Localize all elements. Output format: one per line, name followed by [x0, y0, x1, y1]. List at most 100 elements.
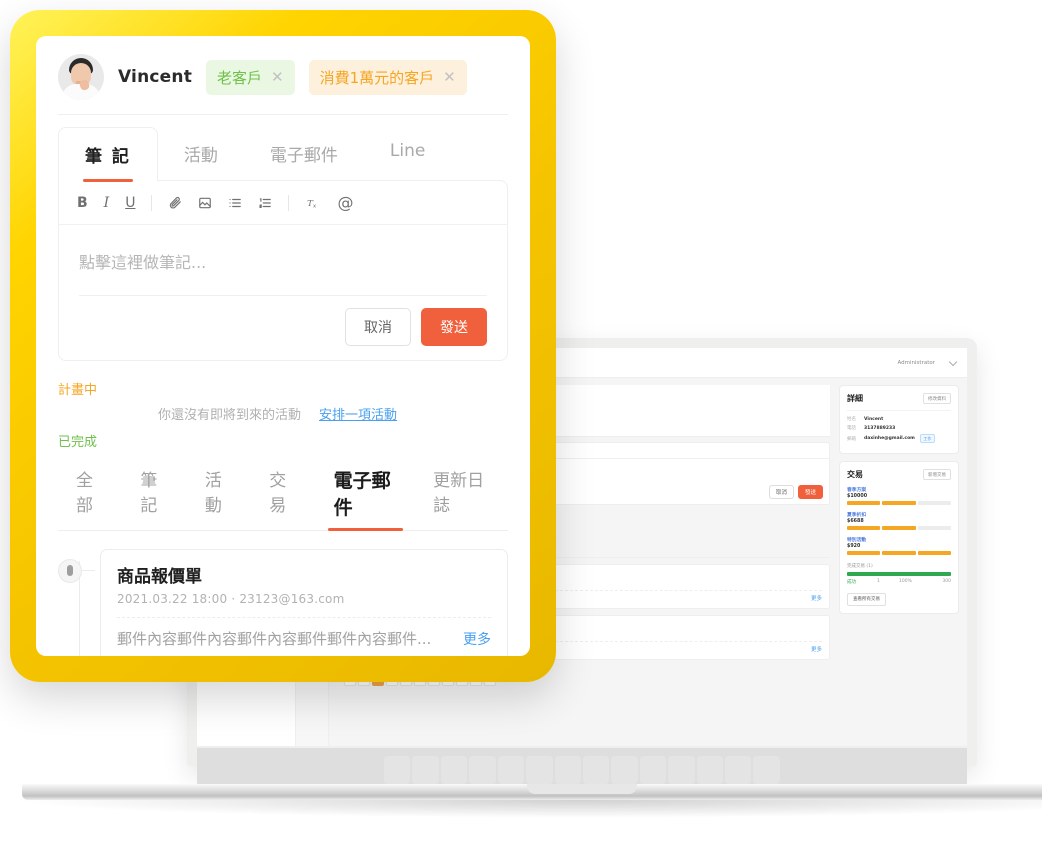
deal-success-bar	[847, 572, 951, 576]
deal-amount: $920	[847, 543, 861, 549]
note-input[interactable]: 點擊這裡做筆記...	[59, 225, 507, 295]
toolbar-divider	[151, 194, 153, 211]
summary-rate: 100%	[899, 579, 912, 584]
filter-tab-changelog[interactable]: 更新日誌	[415, 456, 508, 530]
timeline-clock-icon	[58, 559, 95, 583]
tab-notes[interactable]: 筆 記	[58, 127, 158, 182]
field-value: Vincent	[864, 416, 884, 422]
field-label: 姓名	[847, 417, 856, 422]
image-icon[interactable]	[198, 196, 212, 210]
summary-value: 300	[942, 579, 951, 584]
filter-tab-deals[interactable]: 交易	[251, 456, 315, 530]
detail-field-phone: 電話 3137889233	[847, 425, 951, 432]
deal-name: 春季方案	[847, 488, 867, 493]
field-label: 電話	[847, 426, 856, 431]
deal-item[interactable]: 夏季折扣 $6688	[847, 511, 951, 530]
field-value: 3137889233	[864, 425, 896, 431]
send-button[interactable]: 發送	[797, 485, 823, 499]
send-button[interactable]: 發送	[421, 308, 487, 346]
field-badge: 工作	[919, 434, 935, 443]
edit-profile-button[interactable]: 修改資料	[923, 393, 951, 404]
mail-meta: 2021.03.22 18:00 · 23123@163.com	[117, 592, 345, 606]
detail-fields: 姓名 Vincent 電話 3137889233 郵箱 daxinhe@gmai…	[847, 410, 951, 443]
tab-line[interactable]: Line	[364, 127, 451, 180]
field-label: 郵箱	[847, 436, 856, 442]
filter-tabs: 全部 筆記 活動 交易 電子郵件 更新日誌	[58, 456, 508, 531]
detail-field-email: 郵箱 daxinhe@gmail.com 工作	[847, 434, 951, 443]
filter-tab-activity[interactable]: 活動	[187, 456, 251, 530]
field-value: daxinhe@gmail.com	[864, 436, 915, 441]
underline-icon[interactable]: U	[125, 195, 135, 211]
chevron-down-icon	[948, 357, 958, 366]
laptop-right-column: 詳細 修改資料 姓名 Vincent 電話 3137889233 郵箱 daxi…	[839, 378, 967, 746]
laptop-notch	[527, 784, 637, 794]
empty-activity-row: 你還沒有即將到來的活動 安排一項活動	[58, 404, 508, 423]
mail-more-link[interactable]: 更多	[811, 594, 822, 603]
note-editor: B I U Tx @ 點擊這裡做筆記... 取消 發送	[58, 180, 508, 361]
italic-icon[interactable]: I	[104, 195, 110, 211]
attachment-icon[interactable]	[168, 196, 182, 210]
close-icon[interactable]: ✕	[443, 69, 456, 85]
deal-item[interactable]: 春季方案 $10000	[847, 486, 951, 505]
tag-label: 老客戶	[217, 68, 263, 87]
editor-actions: 取消 發送	[59, 296, 507, 360]
detail-field-name: 姓名 Vincent	[847, 416, 951, 423]
account-menu[interactable]: Administrator	[897, 357, 958, 366]
tag-label: 消費1萬元的客戶	[319, 68, 435, 87]
detail-panel: 詳細 修改資料 姓名 Vincent 電話 3137889233 郵箱 daxi…	[839, 385, 959, 454]
clear-format-icon[interactable]: Tx	[305, 196, 321, 210]
deal-progress	[847, 526, 951, 530]
toolbar-divider	[288, 194, 290, 211]
user-name: Vincent	[118, 67, 193, 87]
svg-text:x: x	[313, 203, 316, 209]
editor-toolbar: B I U Tx @	[59, 181, 507, 225]
deal-amount: $6688	[847, 518, 864, 524]
mail-title: 商品報價單	[117, 567, 202, 587]
primary-tabs: 筆 記 活動 電子郵件 Line	[58, 127, 508, 182]
status-planning: 計畫中	[58, 383, 98, 398]
tab-email[interactable]: 電子郵件	[244, 127, 364, 180]
deal-item[interactable]: 特別活動 $920	[847, 536, 951, 555]
view-all-deals-button[interactable]: 查看所有交易	[847, 592, 886, 606]
mention-icon[interactable]: @	[337, 193, 353, 212]
filter-tab-all[interactable]: 全部	[58, 456, 122, 530]
mail-more-link[interactable]: 更多	[811, 645, 822, 654]
bullet-list-icon[interactable]	[228, 196, 242, 210]
mail-body: 郵件內容郵件內容郵件內容郵件郵件內容郵件...	[117, 630, 432, 648]
laptop-keys	[384, 756, 780, 784]
tablet-mockup: Vincent 老客戶 ✕ 消費1萬元的客戶 ✕ 筆 記 活動 電子郵件 Lin…	[10, 10, 556, 682]
deal-panel: 交易 新增交易 春季方案 $10000 夏季折扣 $6688 特別活動 $920…	[839, 461, 959, 614]
deal-summary-row: 成功 1 100% 300	[847, 579, 951, 585]
summary-status: 成功	[847, 580, 856, 585]
empty-activity-text: 你還沒有即將到來的活動	[158, 408, 302, 423]
filter-tab-email[interactable]: 電子郵件	[316, 456, 416, 531]
deal-progress	[847, 551, 951, 555]
tab-activity[interactable]: 活動	[158, 127, 244, 180]
cancel-button[interactable]: 取消	[768, 485, 794, 499]
detail-panel-title: 詳細	[847, 394, 863, 403]
tablet-screen: Vincent 老客戶 ✕ 消費1萬元的客戶 ✕ 筆 記 活動 電子郵件 Lin…	[36, 36, 530, 656]
tag-high-spender[interactable]: 消費1萬元的客戶 ✕	[308, 59, 467, 95]
deal-summary-label: 完成交易 (1)	[847, 564, 873, 569]
mail-card[interactable]: 商品報價單 2021.03.22 18:00 · 23123@163.com 郵…	[100, 549, 508, 656]
close-icon[interactable]: ✕	[271, 69, 284, 85]
mail-more-link[interactable]: 更多	[463, 629, 491, 649]
deal-amount: $10000	[847, 493, 868, 499]
status-done: 已完成	[58, 435, 98, 450]
avatar	[58, 54, 104, 100]
filter-tab-notes[interactable]: 筆記	[122, 456, 186, 530]
laptop-shadow	[12, 800, 1042, 818]
deal-panel-title: 交易	[847, 470, 863, 479]
summary-count: 1	[877, 579, 880, 584]
schedule-activity-link[interactable]: 安排一項活動	[319, 404, 397, 423]
account-label: Administrator	[897, 359, 936, 366]
tag-old-customer[interactable]: 老客戶 ✕	[206, 59, 295, 95]
new-deal-button[interactable]: 新增交易	[923, 469, 951, 480]
divider	[117, 617, 491, 618]
numbered-list-icon[interactable]	[258, 196, 272, 210]
list-item[interactable]: 商品報價單 2021.03.22 18:00 · 23123@163.com 郵…	[58, 549, 508, 656]
cancel-button[interactable]: 取消	[345, 308, 411, 346]
user-row: Vincent 老客戶 ✕ 消費1萬元的客戶 ✕	[58, 54, 508, 115]
mail-timeline: 商品報價單 2021.03.22 18:00 · 23123@163.com 郵…	[58, 549, 508, 656]
bold-icon[interactable]: B	[77, 195, 88, 211]
